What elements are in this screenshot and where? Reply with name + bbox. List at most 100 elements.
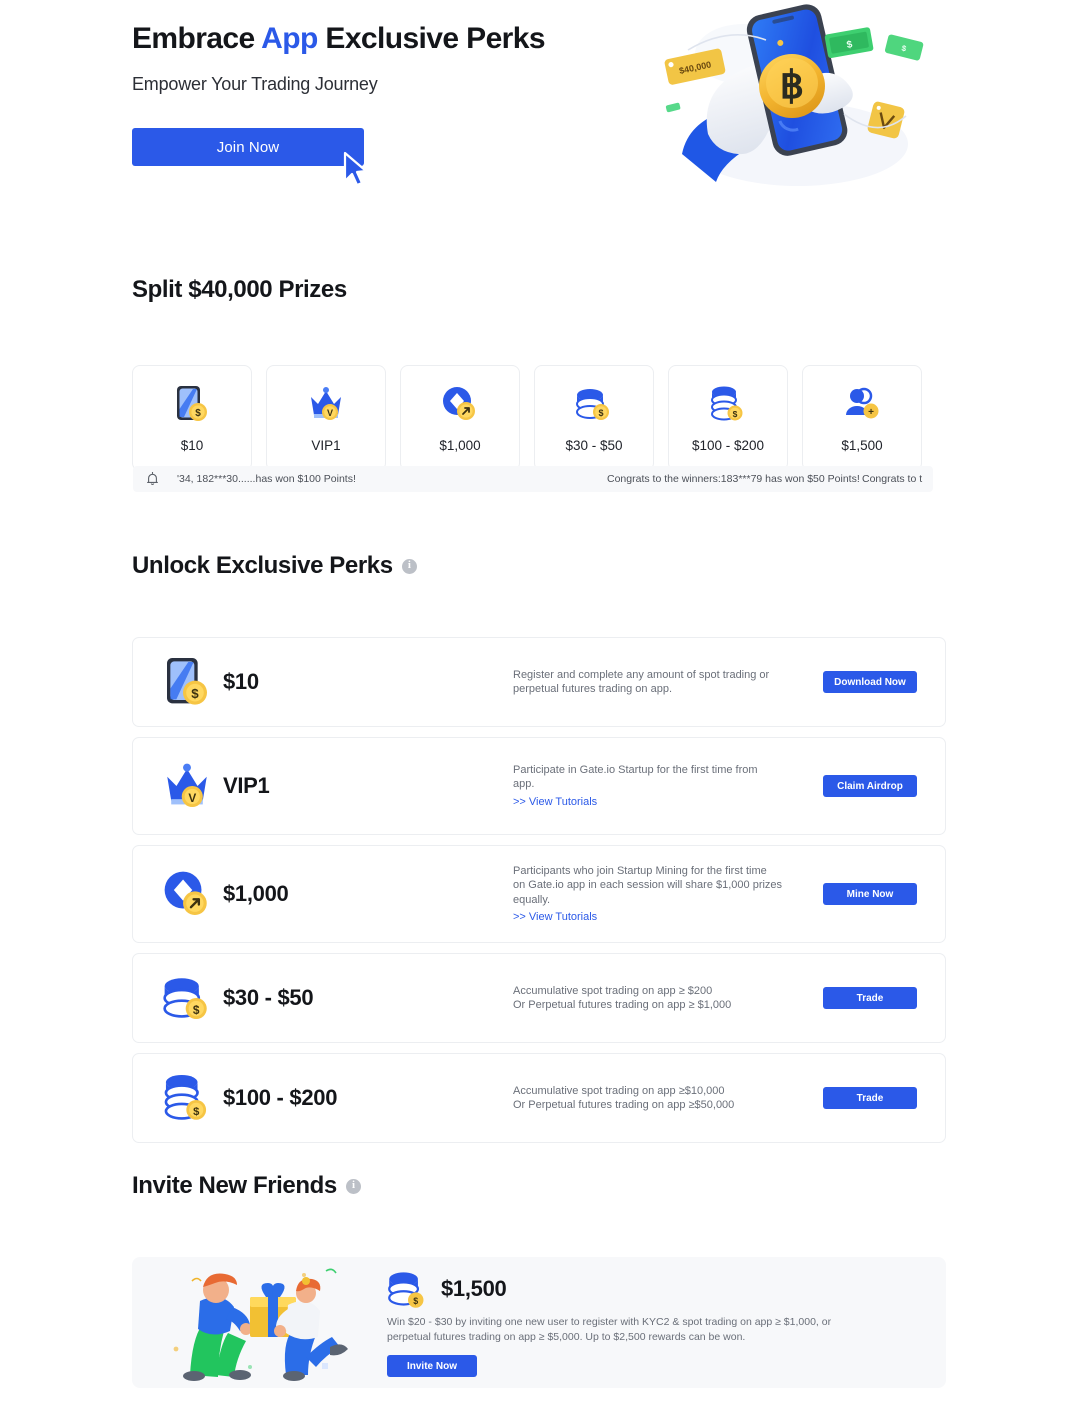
invite-title-text: Invite New Friends	[132, 1172, 337, 1199]
svg-text:$: $	[191, 686, 199, 701]
crown-vip-icon: V	[307, 384, 345, 424]
crown-vip-icon: V	[159, 762, 215, 810]
perk-row: $ $10 Register and complete any amount o…	[132, 637, 946, 727]
perk-description-line: Or Perpetual futures trading on app ≥$50…	[513, 1099, 735, 1111]
svg-text:฿: ฿	[780, 65, 804, 107]
svg-text:$: $	[413, 1296, 418, 1306]
invite-amount: $1,500	[441, 1275, 507, 1301]
page-title: Embrace App Exclusive Perks	[132, 22, 546, 56]
perk-description-line: on Gate.io app in each session will shar…	[513, 879, 783, 892]
two-people-exchanging-gift-illustration	[173, 1268, 348, 1381]
mining-coin-icon	[159, 869, 215, 919]
prize-card-grid: $ $10 V VIP1 $1,000 $ $30 - $50 $ $100 -…	[132, 365, 946, 471]
perk-description-line: Participants who join Startup Mining for…	[513, 865, 767, 878]
svg-text:$: $	[193, 1003, 200, 1017]
coin-stack-icon: $	[159, 975, 215, 1021]
perks-section-title: Unlock Exclusive Perks i	[132, 552, 946, 580]
prize-card-label: $1,000	[439, 437, 481, 453]
trade-button[interactable]: Trade	[823, 1087, 917, 1109]
prize-card-label: VIP1	[311, 437, 341, 453]
svg-text:V: V	[188, 791, 196, 805]
ticker-item: Congrats to the winners:183***79 has won…	[607, 473, 860, 485]
phone-coin-icon: $	[159, 655, 215, 709]
bell-icon	[147, 472, 158, 486]
svg-text:$: $	[733, 409, 738, 419]
perk-description-line: Accumulative spot trading on app ≥ $200	[513, 984, 713, 997]
perk-description: Register and complete any amount of spot…	[513, 668, 823, 696]
perk-row: $1,000 Participants who join Startup Min…	[132, 845, 946, 943]
invite-section-title: Invite New Friends i	[132, 1172, 946, 1200]
svg-text:$: $	[193, 1106, 200, 1118]
invite-section: Invite New Friends i $ $1,500 Win $20 - …	[132, 1172, 946, 1388]
page-title-part1: Embrace	[132, 22, 262, 55]
page-title-part2: Exclusive Perks	[317, 22, 545, 55]
coin-stack-icon: $	[388, 1272, 424, 1308]
perks-section: Unlock Exclusive Perks i $ $10 Register …	[132, 552, 946, 1143]
perk-row: V VIP1 Participate in Gate.io Startup fo…	[132, 737, 946, 835]
perk-description-line: Accumulative spot trading on app ≥$10,00…	[513, 1084, 725, 1097]
perk-description: Participate in Gate.io Startup for the f…	[513, 763, 823, 808]
page-title-accent: App	[261, 22, 318, 55]
invite-description: Win $20 - $30 by inviting one new user t…	[387, 1315, 832, 1343]
phone-coin-icon: $	[174, 384, 210, 424]
perks-title-text: Unlock Exclusive Perks	[132, 552, 393, 579]
claim-airdrop-button[interactable]: Claim Airdrop	[823, 775, 917, 797]
prize-card-label: $30 - $50	[565, 437, 623, 453]
invite-now-button[interactable]: Invite Now	[387, 1355, 477, 1378]
coin-stack-tall-icon: $	[159, 1073, 215, 1123]
perk-amount: $100 - $200	[223, 1085, 338, 1110]
join-now-button[interactable]: Join Now	[132, 128, 364, 166]
invite-content: $ $1,500 Win $20 - $30 by inviting one n…	[387, 1268, 857, 1378]
perk-amount: $1,000	[223, 881, 289, 906]
prize-card[interactable]: $1,000	[400, 365, 520, 471]
prize-card[interactable]: $ $100 - $200	[668, 365, 788, 471]
invite-panel: $ $1,500 Win $20 - $30 by inviting one n…	[132, 1257, 946, 1388]
ticker-items: '34, 182***30......has won $100 Points! …	[177, 473, 933, 485]
perk-row: $ $30 - $50 Accumulative spot trading on…	[132, 953, 946, 1043]
svg-text:$: $	[598, 408, 603, 418]
svg-text:+: +	[868, 407, 874, 418]
perk-rows: $ $10 Register and complete any amount o…	[132, 637, 946, 1143]
perk-description-line: app.	[513, 778, 535, 791]
coin-stack-icon: $	[575, 384, 613, 424]
prize-card[interactable]: + $1,500	[802, 365, 922, 471]
perk-description-line: Register and complete any amount of spot…	[513, 668, 770, 681]
perk-row: $ $100 - $200 Accumulative spot trading …	[132, 1053, 946, 1143]
perk-description: Participants who join Startup Mining for…	[513, 864, 823, 923]
perk-amount: $10	[223, 669, 259, 694]
ticker-item: '34, 182***30......has won $100 Points!	[177, 473, 356, 485]
prizes-section-title: Split $40,000 Prizes	[132, 276, 946, 304]
download-now-button[interactable]: Download Now	[823, 671, 917, 693]
perk-amount: $30 - $50	[223, 985, 314, 1010]
mine-now-button[interactable]: Mine Now	[823, 883, 917, 905]
ticker-item: Congrats to t	[862, 473, 923, 485]
prize-card-label: $100 - $200	[691, 437, 765, 453]
perk-description: Accumulative spot trading on app ≥ $200 …	[513, 984, 823, 1012]
promo-landing-page: Embrace App Exclusive Perks Empower Your…	[0, 0, 1078, 1414]
perk-description-line: perpetual futures trading on app.	[513, 683, 673, 695]
invite-friends-icon: +	[843, 384, 881, 424]
perk-description-line: Participate in Gate.io Startup for the f…	[513, 764, 758, 777]
hero-section: Embrace App Exclusive Perks Empower Your…	[0, 0, 1078, 232]
mouse-cursor-pointer	[343, 151, 368, 187]
prize-card-label: $1,500	[841, 437, 883, 453]
perk-description: Accumulative spot trading on app ≥$10,00…	[513, 1084, 823, 1112]
svg-text:$: $	[195, 408, 201, 419]
prize-card-label: $10	[180, 437, 204, 453]
prize-card[interactable]: $ $10	[132, 365, 252, 471]
info-icon[interactable]: i	[345, 1178, 361, 1194]
info-icon[interactable]: i	[401, 558, 417, 574]
trade-button[interactable]: Trade	[823, 987, 917, 1009]
invite-header: $ $1,500	[387, 1270, 857, 1308]
prize-card[interactable]: V VIP1	[266, 365, 386, 471]
coin-stack-tall-icon: $	[710, 384, 746, 424]
view-tutorials-link[interactable]: >> View Tutorials	[513, 910, 597, 924]
perk-description-line: equally.	[513, 893, 551, 906]
winners-ticker: '34, 182***30......has won $100 Points! …	[133, 466, 933, 492]
prize-card[interactable]: $ $30 - $50	[534, 365, 654, 471]
svg-text:V: V	[327, 408, 333, 418]
perk-description-line: Or Perpetual futures trading on app ≥ $1…	[513, 999, 732, 1011]
prizes-title-text: Split $40,000 Prizes	[132, 276, 347, 303]
hero-subtitle: Empower Your Trading Journey	[132, 74, 378, 94]
view-tutorials-link[interactable]: >> View Tutorials	[513, 795, 597, 809]
